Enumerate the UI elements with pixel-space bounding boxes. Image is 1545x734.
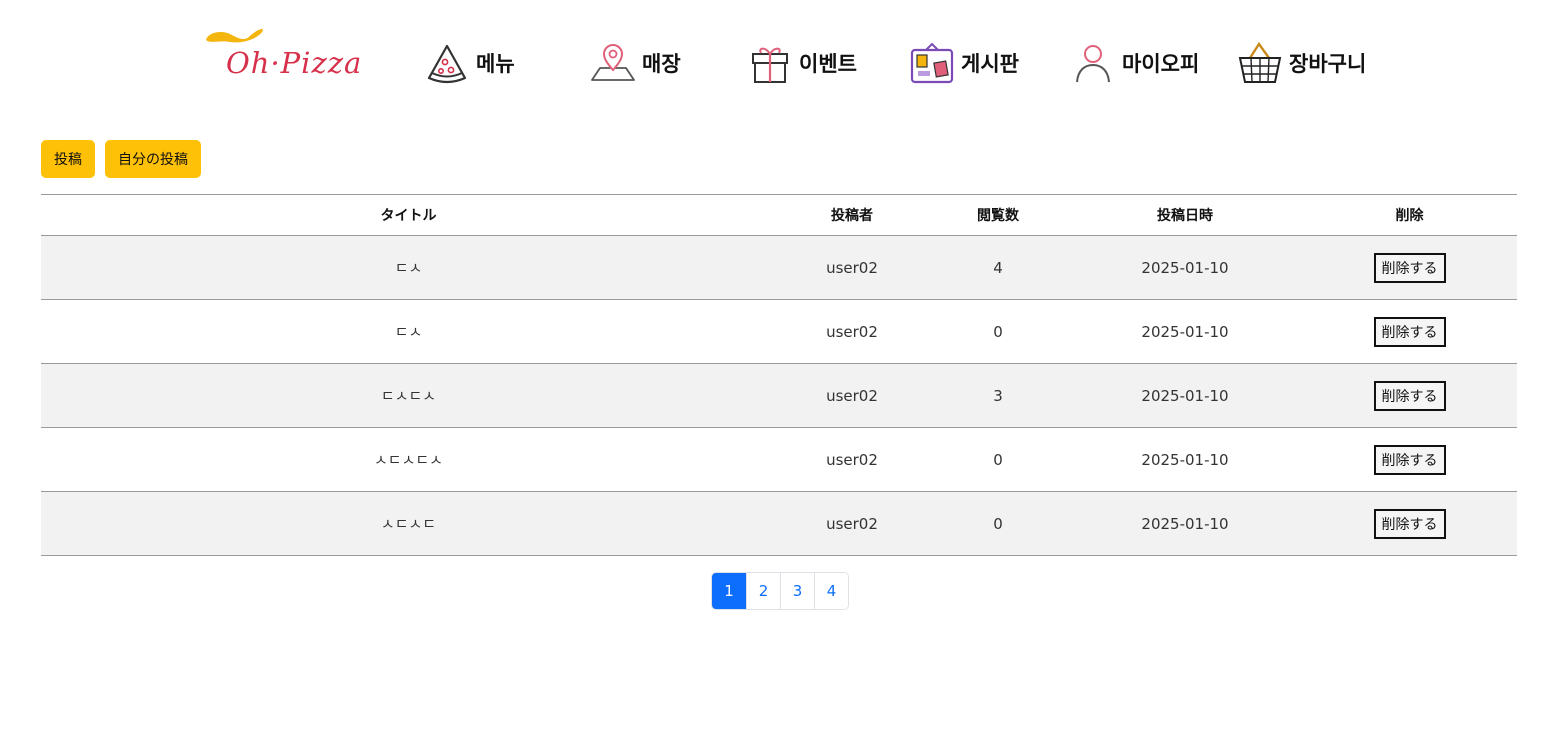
post-title-link[interactable]: ㅅㄷㅅㄷㅅ: [41, 427, 776, 492]
nav-item-event[interactable]: 이벤트: [747, 38, 857, 88]
nav-item-cart[interactable]: 장바구니: [1237, 38, 1366, 88]
nav-item-mypage[interactable]: 마이오피: [1070, 38, 1199, 88]
delete-button[interactable]: 削除する: [1373, 508, 1446, 539]
post-views: 0: [928, 299, 1068, 364]
bulletin-board-icon: [910, 42, 954, 84]
nav-item-menu[interactable]: 메뉴: [424, 38, 515, 88]
nav-item-board[interactable]: 게시판: [909, 38, 1019, 88]
post-author: user02: [776, 299, 928, 364]
gift-icon: [752, 47, 788, 83]
brand-logo[interactable]: Oh·Pizza: [200, 22, 363, 82]
delete-cell: 削除する: [1302, 491, 1517, 556]
post-author: user02: [776, 235, 928, 300]
page-link-1[interactable]: 1: [712, 573, 746, 609]
header-views: 閲覧数: [928, 194, 1068, 236]
post-date: 2025-01-10: [1068, 235, 1302, 300]
nav-label-mypage: 마이오피: [1122, 52, 1200, 76]
delete-button[interactable]: 削除する: [1373, 252, 1446, 283]
delete-cell: 削除する: [1302, 299, 1517, 364]
map-pin-icon: [591, 44, 635, 81]
post-author: user02: [776, 427, 928, 492]
header-title: タイトル: [41, 194, 776, 236]
post-views: 4: [928, 235, 1068, 300]
header-author: 投稿者: [776, 194, 928, 236]
post-date: 2025-01-10: [1068, 299, 1302, 364]
delete-cell: 削除する: [1302, 363, 1517, 428]
table-row[interactable]: ㅅㄷㅅㄷ user02 0 2025-01-10 削除する: [41, 491, 1517, 556]
header-delete: 削除: [1302, 194, 1517, 236]
nav-label-board: 게시판: [961, 52, 1019, 76]
post-views: 0: [928, 491, 1068, 556]
basket-icon: [1238, 41, 1282, 83]
nav-item-store[interactable]: 매장: [590, 38, 681, 88]
post-date: 2025-01-10: [1068, 363, 1302, 428]
delete-button[interactable]: 削除する: [1373, 380, 1446, 411]
post-date: 2025-01-10: [1068, 427, 1302, 492]
table-row[interactable]: ㄷㅅㄷㅅ user02 3 2025-01-10 削除する: [41, 363, 1517, 428]
logo-text: Oh·Pizza: [226, 46, 363, 80]
delete-button[interactable]: 削除する: [1373, 316, 1446, 347]
post-date: 2025-01-10: [1068, 491, 1302, 556]
pizza-slice-icon: [427, 44, 467, 84]
delete-cell: 削除する: [1302, 427, 1517, 492]
pagination: 1 2 3 4: [711, 572, 849, 610]
post-button[interactable]: 投稿: [41, 140, 95, 178]
delete-cell: 削除する: [1302, 235, 1517, 300]
table-row[interactable]: ㅅㄷㅅㄷㅅ user02 0 2025-01-10 削除する: [41, 427, 1517, 492]
header-date: 投稿日時: [1068, 194, 1302, 236]
my-posts-button[interactable]: 自分の投稿: [105, 140, 201, 178]
post-title-link[interactable]: ㄷㅅㄷㅅ: [41, 363, 776, 428]
table-header-row: タイトル 投稿者 閲覧数 投稿日時 削除: [41, 194, 1517, 236]
post-title-link[interactable]: ㅅㄷㅅㄷ: [41, 491, 776, 556]
table-row[interactable]: ㄷㅅ user02 0 2025-01-10 削除する: [41, 299, 1517, 364]
page-link-4[interactable]: 4: [814, 573, 848, 609]
table-row[interactable]: ㄷㅅ user02 4 2025-01-10 削除する: [41, 235, 1517, 300]
board-table: タイトル 投稿者 閲覧数 投稿日時 削除 ㄷㅅ user02 4 2025-01…: [41, 194, 1517, 556]
post-title-link[interactable]: ㄷㅅ: [41, 299, 776, 364]
nav-label-cart: 장바구니: [1289, 52, 1367, 76]
delete-button[interactable]: 削除する: [1373, 444, 1446, 475]
post-views: 0: [928, 427, 1068, 492]
post-title-link[interactable]: ㄷㅅ: [41, 235, 776, 300]
nav-label-menu: 메뉴: [476, 52, 515, 76]
user-icon: [1076, 45, 1110, 83]
nav-label-event: 이벤트: [799, 52, 857, 76]
nav-label-store: 매장: [642, 52, 681, 76]
page-link-2[interactable]: 2: [746, 573, 780, 609]
post-author: user02: [776, 363, 928, 428]
post-views: 3: [928, 363, 1068, 428]
post-author: user02: [776, 491, 928, 556]
page-link-3[interactable]: 3: [780, 573, 814, 609]
